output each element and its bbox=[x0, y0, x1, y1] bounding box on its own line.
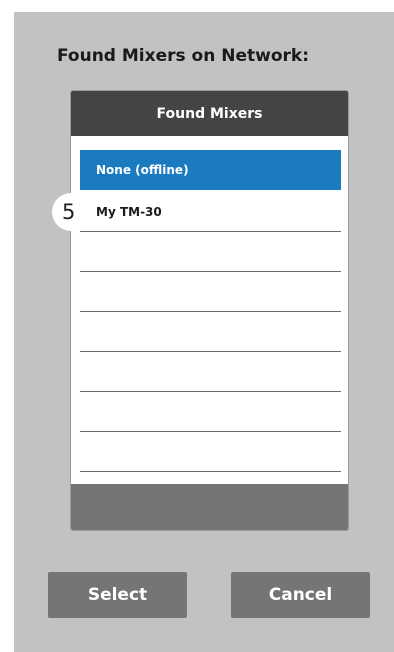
found-mixers-panel: Found Mixers None (offline) My TM-30 bbox=[70, 90, 349, 531]
step-number-badge: 5 bbox=[52, 193, 90, 231]
list-item[interactable] bbox=[80, 232, 341, 272]
list-item[interactable] bbox=[80, 352, 341, 392]
list-item[interactable] bbox=[80, 272, 341, 312]
list-item[interactable] bbox=[80, 392, 341, 432]
list-item[interactable] bbox=[80, 432, 341, 472]
select-button[interactable]: Select bbox=[48, 572, 187, 618]
list-item-label: My TM-30 bbox=[96, 204, 162, 219]
cancel-button-label: Cancel bbox=[268, 585, 333, 605]
badge-number: 5 bbox=[62, 200, 76, 224]
list-item-none-offline[interactable]: None (offline) bbox=[80, 150, 341, 190]
select-button-label: Select bbox=[87, 585, 148, 605]
list-item-my-tm-30[interactable]: My TM-30 bbox=[80, 192, 341, 232]
cancel-button[interactable]: Cancel bbox=[231, 572, 370, 618]
dialog-heading: Found Mixers on Network: bbox=[56, 46, 309, 66]
panel-title: Found Mixers bbox=[156, 105, 263, 122]
list-item[interactable] bbox=[80, 312, 341, 352]
panel-footer bbox=[71, 484, 348, 530]
panel-header: Found Mixers bbox=[71, 91, 348, 136]
list-item-label: None (offline) bbox=[96, 163, 189, 177]
